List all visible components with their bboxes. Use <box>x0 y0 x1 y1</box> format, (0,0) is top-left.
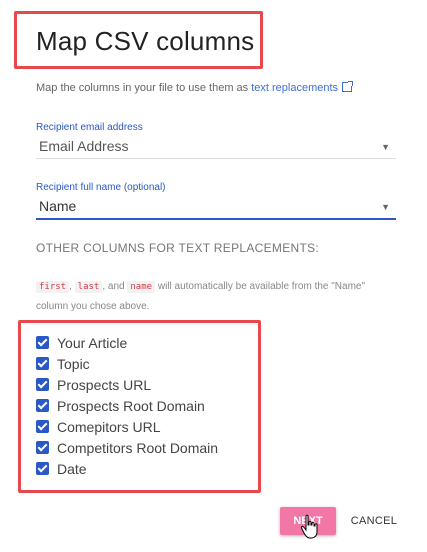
dropdown-arrow-icon: ▼ <box>381 202 390 212</box>
checkbox-checked-icon[interactable] <box>36 399 49 412</box>
description: Map the columns in your file to use them… <box>36 81 354 94</box>
column-checkbox-item[interactable]: Topic <box>36 353 218 374</box>
note-separator: , and <box>102 281 128 292</box>
column-checkbox-list: Your Article Topic Prospects URL Prospec… <box>36 332 218 479</box>
email-select[interactable]: Email Address ▼ <box>36 136 396 159</box>
code-last: last <box>74 281 103 293</box>
column-checkbox-item[interactable]: Competitors Root Domain <box>36 437 218 458</box>
checkbox-checked-icon[interactable] <box>36 441 49 454</box>
code-first: first <box>36 281 70 293</box>
column-label: Your Article <box>57 334 128 351</box>
name-select[interactable]: Name ▼ <box>36 196 396 220</box>
hand-cursor-icon <box>300 514 318 539</box>
external-link-icon <box>342 81 354 92</box>
column-label: Topic <box>57 355 90 372</box>
column-label: Prospects Root Domain <box>57 397 205 414</box>
email-select-value: Email Address <box>39 138 129 154</box>
section-heading: OTHER COLUMNS FOR TEXT REPLACEMENTS: <box>36 241 320 255</box>
column-checkbox-item[interactable]: Date <box>36 458 218 479</box>
note-separator: , <box>69 281 75 292</box>
email-field-label: Recipient email address <box>36 122 143 133</box>
page-title: Map CSV columns <box>36 26 255 56</box>
checkbox-checked-icon[interactable] <box>36 336 49 349</box>
column-label: Prospects URL <box>57 376 152 393</box>
column-label: Competitors Root Domain <box>57 439 219 456</box>
checkbox-checked-icon[interactable] <box>36 420 49 433</box>
column-label: Date <box>57 460 87 477</box>
checkbox-checked-icon[interactable] <box>36 462 49 475</box>
checkbox-checked-icon[interactable] <box>36 357 49 370</box>
text-replacements-link[interactable]: text replacements <box>251 82 338 94</box>
checkbox-checked-icon[interactable] <box>36 378 49 391</box>
column-checkbox-item[interactable]: Prospects URL <box>36 374 218 395</box>
cancel-button[interactable]: CANCEL <box>344 507 404 535</box>
name-select-value: Name <box>39 198 77 214</box>
code-name: name <box>127 281 156 293</box>
column-checkbox-item[interactable]: Prospects Root Domain <box>36 395 218 416</box>
replacement-note: first, last, and name will automatically… <box>36 277 396 317</box>
name-field-label: Recipient full name (optional) <box>36 182 166 193</box>
column-label: Comepitors URL <box>57 418 161 435</box>
column-checkbox-item[interactable]: Comepitors URL <box>36 416 218 437</box>
dropdown-arrow-icon: ▼ <box>381 142 390 152</box>
column-checkbox-item[interactable]: Your Article <box>36 332 218 353</box>
description-text: Map the columns in your file to use them… <box>36 82 252 94</box>
